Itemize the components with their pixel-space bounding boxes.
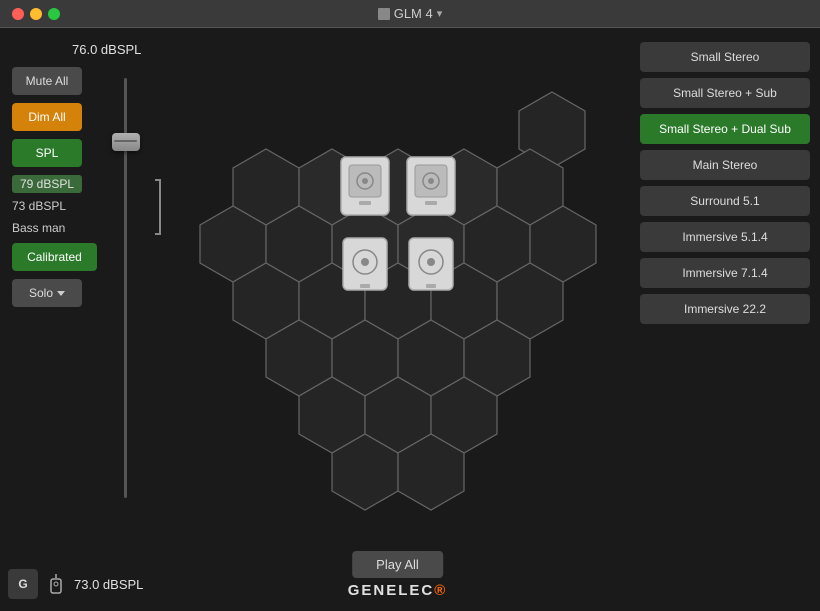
title-bar: GLM 4 ▾	[0, 0, 820, 28]
g-button[interactable]: G	[8, 569, 38, 599]
preset-small-stereo-sub[interactable]: Small Stereo + Sub	[640, 78, 810, 108]
right-panel: Small Stereo Small Stereo + Sub Small St…	[630, 28, 820, 611]
app-icon	[378, 8, 390, 20]
mute-all-button[interactable]: Mute All	[12, 67, 82, 95]
calibrated-button[interactable]: Calibrated	[12, 243, 97, 271]
speaker-top-left[interactable]	[341, 157, 389, 215]
play-all-button[interactable]: Play All	[352, 551, 443, 578]
window-controls	[12, 8, 60, 20]
spl-value-top: 76.0 dBSPL	[72, 42, 153, 57]
preset-surround-51[interactable]: Surround 5.1	[640, 186, 810, 216]
bottom-spl-value: 73.0 dBSPL	[74, 577, 143, 592]
close-button[interactable]	[12, 8, 24, 20]
hex-grid-svg	[178, 70, 618, 530]
minimize-button[interactable]	[30, 8, 42, 20]
title-chevron: ▾	[437, 7, 443, 20]
main-area: 76.0 dBSPL Mute All Dim All SPL 79 dBSPL…	[0, 28, 820, 611]
preset-immersive-222[interactable]: Immersive 22.2	[640, 294, 810, 324]
speaker-icon	[48, 573, 64, 595]
speaker-center-right[interactable]	[409, 238, 453, 290]
bracket-line	[155, 179, 161, 235]
hex-grid	[178, 70, 618, 530]
speaker-center-left[interactable]	[343, 238, 387, 290]
volume-slider-container	[115, 78, 135, 498]
bottom-center-controls: Play All GENELEC®	[348, 551, 448, 599]
slider-track	[124, 78, 127, 498]
preset-immersive-514[interactable]: Immersive 5.1.4	[640, 222, 810, 252]
slider-thumb[interactable]	[112, 133, 140, 151]
bottom-left-controls: G 73.0 dBSPL	[8, 569, 143, 599]
solo-button[interactable]: Solo	[12, 279, 82, 307]
preset-immersive-714[interactable]: Immersive 7.1.4	[640, 258, 810, 288]
preset-main-stereo[interactable]: Main Stereo	[640, 150, 810, 180]
app-title: GLM 4 ▾	[378, 6, 443, 21]
preset-small-stereo-dual-sub[interactable]: Small Stereo + Dual Sub	[640, 114, 810, 144]
left-panel: 76.0 dBSPL Mute All Dim All SPL 79 dBSPL…	[0, 28, 165, 611]
spl-73-label: 73 dBSPL	[12, 199, 82, 213]
speaker-top-right[interactable]	[407, 157, 455, 215]
genelec-logo: GENELEC®	[348, 582, 448, 599]
maximize-button[interactable]	[48, 8, 60, 20]
center-area: Play All GENELEC®	[165, 28, 630, 611]
preset-small-stereo[interactable]: Small Stereo	[640, 42, 810, 72]
spl-79-label: 79 dBSPL	[12, 175, 82, 193]
spl-button[interactable]: SPL	[12, 139, 82, 167]
bass-man-label: Bass man	[12, 221, 82, 235]
solo-chevron-icon	[57, 291, 65, 296]
dim-all-button[interactable]: Dim All	[12, 103, 82, 131]
genelec-dot: ®	[434, 582, 447, 599]
